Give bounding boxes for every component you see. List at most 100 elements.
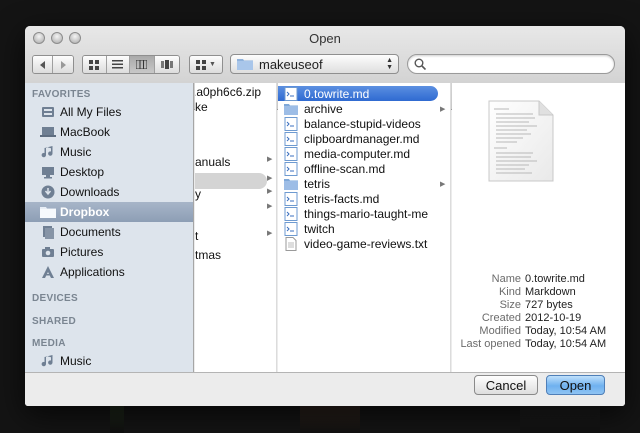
sidebar-item-macbook[interactable]: MacBook: [25, 122, 193, 142]
column-view-icon: [136, 60, 148, 69]
back-forward-control: [32, 55, 74, 74]
all-my-files-icon: [42, 107, 54, 117]
sidebar-item-all-my-files[interactable]: All My Files: [25, 102, 193, 122]
markdown-file-icon: [284, 86, 298, 101]
markdown-file-icon: [284, 161, 298, 176]
path-popup[interactable]: makeuseof ▲ ▼: [230, 54, 399, 74]
sidebar-item-label: Pictures: [60, 245, 104, 259]
sidebar-item-label: Documents: [60, 225, 121, 239]
file-name: tetris: [304, 176, 331, 191]
arrange-grid-icon: [196, 59, 207, 70]
coverflow-view-icon: [160, 60, 173, 69]
desktop-icon: [42, 167, 54, 179]
document-preview-icon: [488, 100, 554, 182]
file-name: tetris-facts.md: [304, 191, 380, 206]
file-name: twitch: [304, 221, 335, 236]
markdown-file-icon: [284, 191, 298, 206]
file-row[interactable]: offline-scan.md: [278, 161, 450, 176]
file-row[interactable]: things-mario-taught-me: [278, 206, 450, 221]
list-item[interactable]: anuals ▶: [195, 155, 276, 171]
cancel-button[interactable]: Cancel: [474, 375, 538, 395]
file-row[interactable]: archive ▶: [278, 101, 450, 116]
list-item[interactable]: ▶: [195, 202, 276, 218]
sidebar-item-downloads[interactable]: Downloads: [25, 182, 193, 202]
file-row[interactable]: clipboardmanager.md: [278, 131, 450, 146]
sidebar-item-documents[interactable]: Documents: [25, 222, 193, 242]
sidebar-item-applications[interactable]: Applications: [25, 262, 193, 282]
file-row[interactable]: tetris-facts.md: [278, 191, 450, 206]
folder-icon: [237, 59, 253, 70]
list-item[interactable]: .a0ph6c6.zip: [195, 85, 276, 101]
updown-arrows-icon: ▲ ▼: [386, 57, 393, 71]
sidebar-section-favorites: FAVORITES: [32, 89, 91, 100]
search-input[interactable]: [407, 54, 615, 74]
markdown-file-icon: [284, 116, 298, 131]
sidebar-item-label: Music: [60, 354, 92, 368]
browser-column-makeuseof: 0.towrite.md archive ▶ balance-stupid-vi…: [278, 83, 451, 372]
open-button[interactable]: Open: [546, 375, 605, 395]
window-title: Open: [309, 31, 341, 46]
sidebar-item-media-music[interactable]: Music: [25, 351, 193, 371]
list-item[interactable]: y ▶: [195, 187, 276, 203]
file-row[interactable]: media-computer.md: [278, 146, 450, 161]
file-name: balance-stupid-videos: [304, 116, 421, 131]
sidebar-item-desktop[interactable]: Desktop: [25, 162, 193, 182]
arrange-button[interactable]: ▼: [189, 55, 223, 74]
file-name: clipboardmanager.md: [304, 131, 420, 146]
file-row[interactable]: balance-stupid-videos: [278, 116, 450, 131]
sidebar-section-devices: DEVICES: [32, 293, 79, 304]
file-row[interactable]: twitch: [278, 221, 450, 236]
disclosure-arrow-icon: ▶: [267, 230, 273, 237]
documents-icon: [43, 226, 54, 239]
laptop-icon: [40, 127, 56, 137]
list-item[interactable]: t ▶: [195, 229, 276, 245]
list-view-button[interactable]: [106, 56, 131, 73]
chevron-down-icon: ▼: [209, 61, 216, 68]
download-icon: [41, 185, 55, 199]
back-arrow-icon: [39, 60, 45, 69]
preview-pane: Name 0.towrite.md Kind Markdown Size 727 by…: [452, 83, 625, 372]
coverflow-view-button[interactable]: [154, 56, 179, 73]
disclosure-arrow-icon: ▶: [267, 188, 273, 195]
disclosure-arrow-icon: ▶: [267, 203, 273, 210]
file-name: offline-scan.md: [304, 161, 386, 176]
file-name: 0.towrite.md: [304, 86, 370, 101]
sidebar-section-media: MEDIA: [32, 338, 66, 349]
markdown-file-icon: [284, 206, 298, 221]
file-name: archive: [304, 101, 343, 116]
sidebar-item-label: Desktop: [60, 165, 105, 179]
markdown-file-icon: [284, 131, 298, 146]
sidebar-item-pictures[interactable]: Pictures: [25, 242, 193, 262]
sidebar-item-label: All My Files: [60, 105, 122, 119]
disclosure-arrow-icon: ▶: [267, 175, 273, 182]
list-item[interactable]: tmas: [195, 248, 276, 264]
text-file-icon: [285, 236, 297, 251]
folder-icon: [40, 206, 56, 218]
path-label: makeuseof: [259, 56, 323, 72]
markdown-file-icon: [284, 221, 298, 236]
forward-button[interactable]: [53, 56, 73, 73]
sidebar-item-music[interactable]: Music: [25, 142, 193, 162]
icon-view-button[interactable]: [83, 56, 107, 73]
sidebar-section-shared: SHARED: [32, 316, 77, 327]
list-item[interactable]: ke: [195, 100, 276, 116]
open-dialog: Open ▼ makeuseof ▲ ▼ FAVORITES All My Fi…: [25, 26, 625, 406]
disclosure-arrow-icon: ▶: [440, 180, 446, 188]
file-row-selected[interactable]: 0.towrite.md: [278, 86, 438, 101]
forward-arrow-icon: [61, 60, 67, 69]
sidebar: FAVORITES All My Files MacBook Music Des…: [25, 83, 194, 372]
sidebar-item-label: Music: [60, 145, 92, 159]
sidebar-item-label: Applications: [60, 265, 125, 279]
file-row[interactable]: video-game-reviews.txt: [278, 236, 450, 251]
file-name: media-computer.md: [304, 146, 411, 161]
sidebar-item-label: Downloads: [60, 185, 120, 199]
disclosure-arrow-icon: ▶: [267, 156, 273, 163]
column-view-button[interactable]: [130, 56, 155, 73]
sidebar-item-dropbox[interactable]: Dropbox: [25, 202, 193, 222]
file-row[interactable]: tetris ▶: [278, 176, 450, 191]
browser-column-parent: .a0ph6c6.zip ke ▶ anuals ▶ y ▶ ▶ t ▶ tmas: [195, 83, 277, 372]
file-name: video-game-reviews.txt: [304, 236, 428, 251]
camera-icon: [42, 247, 54, 257]
list-view-icon: [112, 60, 124, 69]
back-button[interactable]: [33, 56, 54, 73]
